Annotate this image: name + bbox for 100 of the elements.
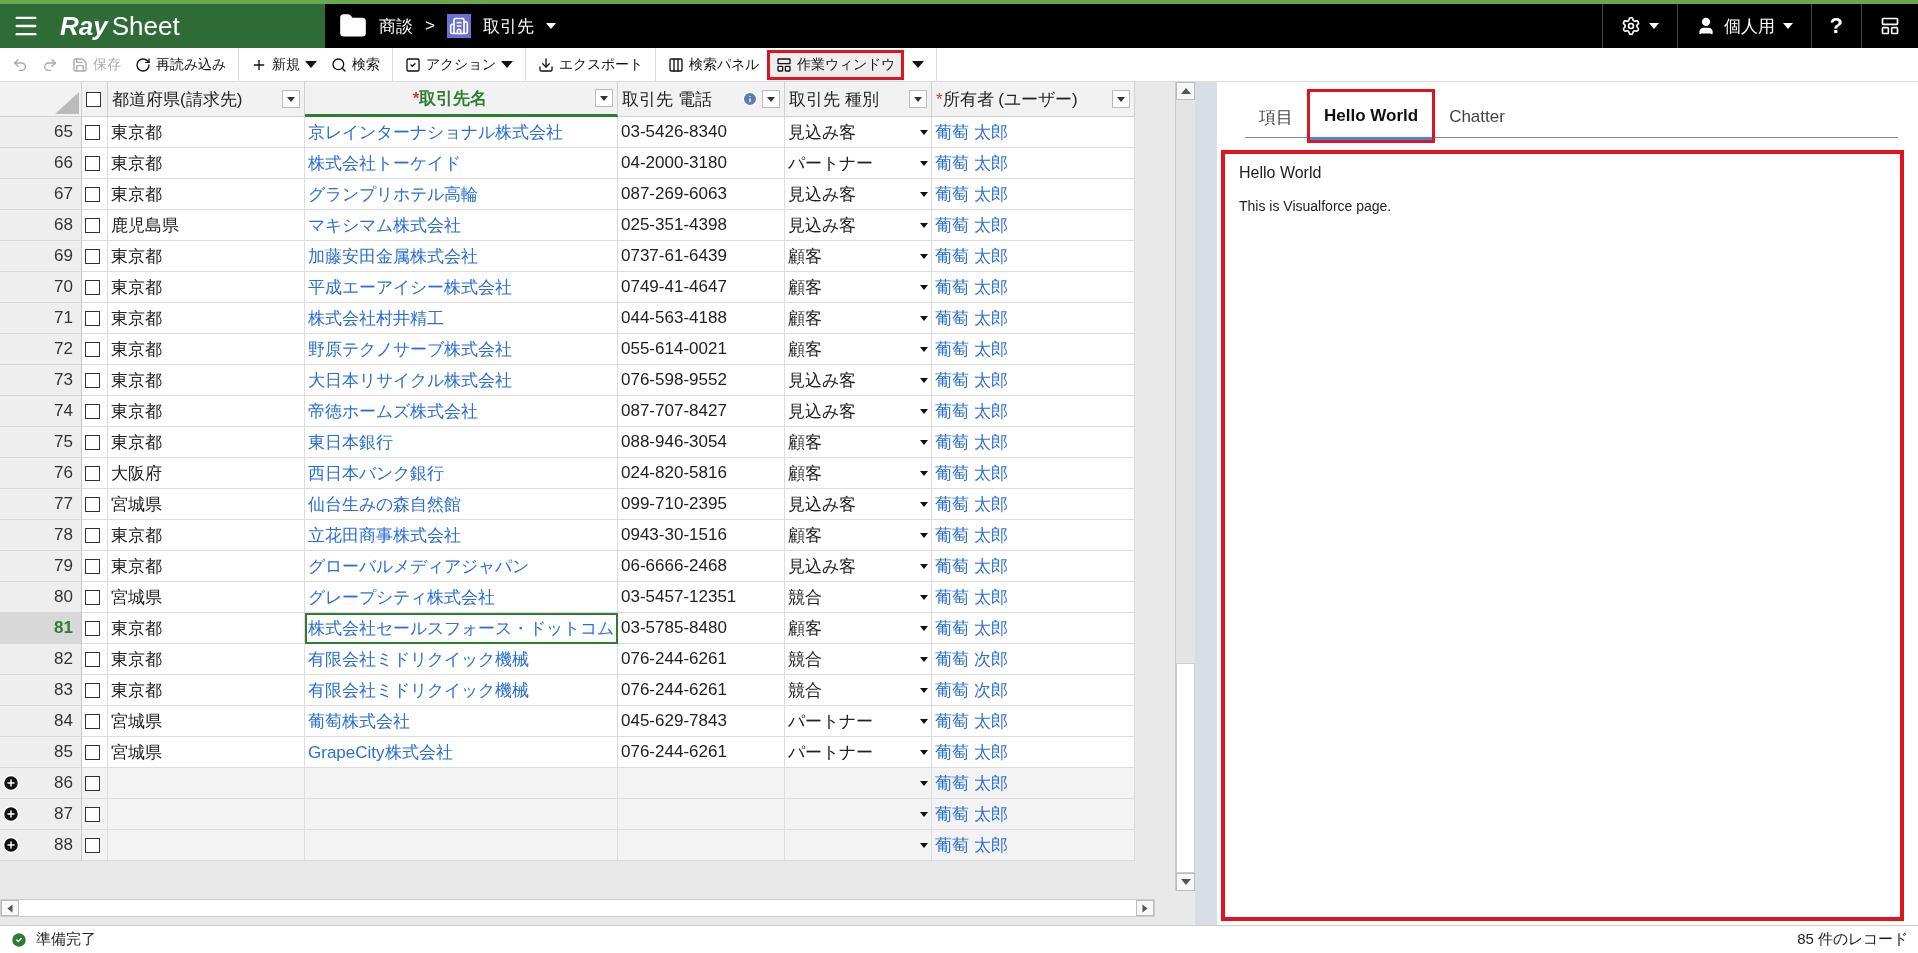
type-dropdown[interactable]: 競合	[785, 644, 932, 675]
toolbar-button[interactable]: 検索	[325, 49, 386, 80]
type-dropdown[interactable]: 顧客	[785, 303, 932, 334]
owner-link[interactable]: 葡萄 太郎	[935, 523, 1008, 547]
toolbar-button[interactable]: 作業ウィンドウ	[767, 49, 904, 80]
owner-link[interactable]: 葡萄 次郎	[935, 678, 1008, 702]
account-link[interactable]: 株式会社セールスフォース・ドットコム	[308, 616, 614, 640]
row-checkbox[interactable]	[85, 496, 100, 512]
type-dropdown[interactable]: 見込み客	[785, 210, 932, 241]
owner-link[interactable]: 葡萄 太郎	[935, 554, 1008, 578]
toolbar-button[interactable]: エクスポート	[532, 49, 649, 80]
row-checkbox[interactable]	[85, 186, 100, 202]
filter-button[interactable]	[762, 90, 780, 108]
account-link[interactable]: 葡萄株式会社	[308, 709, 410, 733]
row-checkbox[interactable]	[85, 403, 100, 419]
breadcrumb-link[interactable]: 商談	[379, 14, 413, 38]
add-row-icon[interactable]	[2, 805, 20, 823]
column-header[interactable]: 取引先 電話	[618, 82, 785, 117]
type-dropdown[interactable]: 見込み客	[785, 551, 932, 582]
owner-link[interactable]: 葡萄 次郎	[935, 647, 1008, 671]
column-header[interactable]: 都道府県(請求先)	[108, 82, 305, 117]
type-dropdown[interactable]: 見込み客	[785, 489, 932, 520]
account-link[interactable]: 仙台生みの森自然館	[308, 492, 461, 516]
owner-link[interactable]: 葡萄 太郎	[935, 709, 1008, 733]
type-dropdown[interactable]: 見込み客	[785, 396, 932, 427]
row-checkbox[interactable]	[85, 124, 100, 140]
account-link[interactable]: 野原テクノサーブ株式会社	[308, 337, 512, 361]
type-dropdown[interactable]: 見込み客	[785, 117, 932, 148]
account-link[interactable]: 京レインターナショナル株式会社	[308, 120, 563, 144]
toolbar-button[interactable]: アクション	[399, 49, 519, 80]
owner-link[interactable]: 葡萄 太郎	[935, 306, 1008, 330]
row-checkbox[interactable]	[85, 589, 100, 605]
column-header[interactable]: *所有者 (ユーザー)	[932, 82, 1135, 117]
row-checkbox[interactable]	[85, 372, 100, 388]
account-link[interactable]: 有限会社ミドリクイック機械	[308, 678, 529, 702]
owner-link[interactable]: 葡萄 太郎	[935, 120, 1008, 144]
type-dropdown[interactable]: パートナー	[785, 737, 932, 768]
account-link[interactable]: グランプリホテル高輪	[308, 182, 478, 206]
account-link[interactable]: 東日本銀行	[308, 430, 393, 454]
row-checkbox[interactable]	[85, 248, 100, 264]
account-link[interactable]: グレープシティ株式会社	[308, 585, 495, 609]
account-link[interactable]: 平成エーアイシー株式会社	[308, 275, 512, 299]
filter-button[interactable]	[909, 90, 927, 108]
owner-link[interactable]: 葡萄 太郎	[935, 492, 1008, 516]
type-dropdown[interactable]: 顧客	[785, 520, 932, 551]
vertical-scrollbar[interactable]	[1175, 82, 1195, 891]
panel-tab[interactable]: Hello World	[1307, 89, 1436, 143]
account-link[interactable]: GrapeCity株式会社	[308, 740, 453, 764]
row-checkbox[interactable]	[85, 837, 100, 853]
owner-link[interactable]: 葡萄 太郎	[935, 461, 1008, 485]
row-checkbox[interactable]	[85, 558, 100, 574]
owner-link[interactable]: 葡萄 太郎	[935, 244, 1008, 268]
owner-link[interactable]: 葡萄 太郎	[935, 399, 1008, 423]
type-dropdown[interactable]: パートナー	[785, 706, 932, 737]
toolbar-button[interactable]: 検索パネル	[662, 49, 765, 80]
account-link[interactable]: 株式会社村井精工	[308, 306, 444, 330]
row-checkbox[interactable]	[85, 217, 100, 233]
row-checkbox[interactable]	[85, 775, 100, 791]
account-link[interactable]: 帝徳ホームズ株式会社	[308, 399, 478, 423]
account-link[interactable]: グローバルメディアジャパン	[308, 554, 529, 578]
owner-link[interactable]: 葡萄 太郎	[935, 430, 1008, 454]
toolbar-button[interactable]: 再読み込み	[129, 49, 232, 80]
account-link[interactable]: 有限会社ミドリクイック機械	[308, 647, 529, 671]
type-dropdown[interactable]: 顧客	[785, 613, 932, 644]
type-dropdown[interactable]: 顧客	[785, 427, 932, 458]
row-checkbox[interactable]	[85, 465, 100, 481]
row-checkbox[interactable]	[85, 682, 100, 698]
filter-button[interactable]	[282, 90, 300, 108]
row-checkbox[interactable]	[85, 279, 100, 295]
account-link[interactable]: マキシマム株式会社	[308, 213, 461, 237]
column-header[interactable]: *取引先名	[305, 82, 618, 117]
type-dropdown[interactable]: 競合	[785, 675, 932, 706]
type-dropdown[interactable]: 顧客	[785, 334, 932, 365]
owner-link[interactable]: 葡萄 太郎	[935, 740, 1008, 764]
row-checkbox[interactable]	[85, 310, 100, 326]
row-checkbox[interactable]	[85, 806, 100, 822]
owner-link[interactable]: 葡萄 太郎	[935, 802, 1008, 826]
account-link[interactable]: 西日本バンク銀行	[308, 461, 444, 485]
type-dropdown[interactable]: パートナー	[785, 148, 932, 179]
owner-link[interactable]: 葡萄 太郎	[935, 151, 1008, 175]
owner-link[interactable]: 葡萄 太郎	[935, 182, 1008, 206]
column-header[interactable]: 取引先 種別	[785, 82, 932, 117]
row-checkbox[interactable]	[85, 651, 100, 667]
row-checkbox[interactable]	[85, 713, 100, 729]
owner-link[interactable]: 葡萄 太郎	[935, 213, 1008, 237]
breadcrumb-link[interactable]: 取引先	[482, 14, 556, 38]
row-checkbox[interactable]	[85, 434, 100, 450]
account-link[interactable]: 立花田商事株式会社	[308, 523, 461, 547]
add-row-icon[interactable]	[2, 774, 20, 792]
type-dropdown[interactable]: 競合	[785, 582, 932, 613]
type-dropdown[interactable]: 見込み客	[785, 179, 932, 210]
owner-link[interactable]: 葡萄 太郎	[935, 616, 1008, 640]
owner-link[interactable]: 葡萄 太郎	[935, 337, 1008, 361]
filter-button[interactable]	[1112, 90, 1130, 108]
type-dropdown[interactable]: 見込み客	[785, 365, 932, 396]
row-checkbox[interactable]	[85, 341, 100, 357]
add-row-icon[interactable]	[2, 836, 20, 854]
row-checkbox[interactable]	[85, 527, 100, 543]
account-link[interactable]: 大日本リサイクル株式会社	[308, 368, 512, 392]
type-dropdown[interactable]: 顧客	[785, 458, 932, 489]
